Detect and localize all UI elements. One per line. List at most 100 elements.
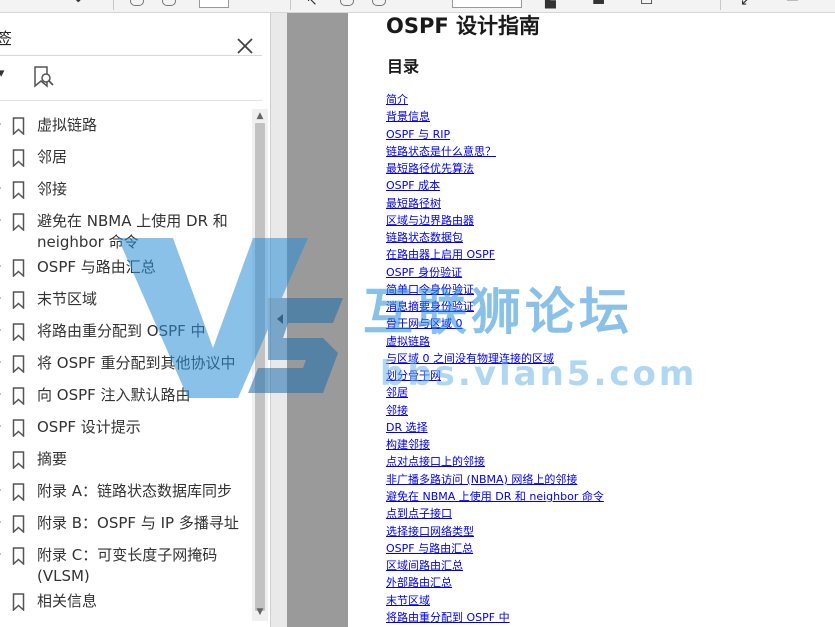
toolbar-divider	[290, 0, 291, 10]
bookmark-label: OSPF 与路由汇总	[37, 258, 156, 276]
bookmark-icon	[12, 213, 25, 231]
prev-page-icon[interactable]	[130, 0, 144, 6]
toc-link[interactable]: 背景信息	[386, 110, 430, 124]
close-icon[interactable]	[234, 35, 256, 57]
toc-link[interactable]: 选择接口网络类型	[386, 525, 474, 539]
toc-link[interactable]: 末节区域	[386, 594, 430, 608]
bookmark-icon	[12, 451, 25, 469]
sign-icon[interactable]: ↙	[740, 0, 752, 9]
panel-divider	[0, 55, 262, 56]
expand-arrow-icon[interactable]	[0, 422, 1, 430]
toc-link[interactable]: OSPF 与 RIP	[386, 128, 450, 142]
next-page-icon[interactable]	[162, 0, 176, 6]
toc-link[interactable]: 点对点接口上的邻接	[386, 455, 485, 469]
bookmark-label: 将 OSPF 重分配到其他协议中	[37, 354, 236, 372]
collapse-arrow-icon[interactable]	[277, 314, 283, 324]
expand-arrow-icon[interactable]	[0, 216, 1, 224]
toc-link[interactable]: 邻居	[386, 386, 408, 400]
toc-link[interactable]: 简单口令身份验证	[386, 283, 474, 297]
toc-link[interactable]: 构建邻接	[386, 438, 430, 452]
toc-link[interactable]: 最短路径树	[386, 197, 441, 211]
toc-link[interactable]: 虚拟链路	[386, 335, 430, 349]
expand-arrow-icon[interactable]	[0, 294, 1, 302]
bookmark-label: 末节区域	[37, 290, 98, 308]
page-number-input[interactable]	[199, 0, 229, 8]
toc-link[interactable]: OSPF 与路由汇总	[386, 542, 473, 556]
toc-link[interactable]: 区域与边界路由器	[386, 214, 474, 228]
comment-icon[interactable]: ▀	[787, 0, 798, 9]
fit-page-icon[interactable]: ▬	[592, 0, 605, 9]
toc-heading: 目录	[387, 57, 420, 76]
pointer-icon[interactable]: ↖	[306, 0, 318, 9]
expand-arrow-icon[interactable]	[0, 486, 1, 494]
toc-link[interactable]: 最短路径优先算法	[386, 162, 474, 176]
toolbar-divider	[113, 0, 114, 10]
toc-link[interactable]: 点到点子接口	[386, 507, 452, 521]
scroll-up-icon[interactable]: ▲	[255, 111, 265, 121]
expand-arrow-icon[interactable]	[0, 550, 1, 558]
toc-link[interactable]: 将路由重分配到 OSPF 中	[386, 611, 510, 625]
find-bookmark-icon[interactable]	[32, 66, 56, 88]
toc-link[interactable]: 骨干网与区域 0	[386, 317, 463, 331]
bookmark-icon	[12, 181, 25, 199]
bookmark-label: 邻接	[37, 180, 68, 198]
toolbar: ↶ ↖ ▙ ▬ ▭ ↙ ▀	[0, 0, 835, 13]
bookmark-icon	[12, 593, 25, 611]
bookmark-icon	[12, 149, 25, 167]
expand-arrow-icon[interactable]	[0, 120, 1, 128]
toc-link[interactable]: 划分骨干网	[386, 369, 441, 383]
bookmark-label: 附录 C：可变长度子网掩码 (VLSM)	[37, 546, 218, 585]
expand-arrow-icon[interactable]	[0, 358, 1, 366]
toc-link[interactable]: 非广播多路访问 (NBMA) 网络上的邻接	[386, 473, 577, 487]
bookmark-icon	[12, 117, 25, 135]
fit-width-icon[interactable]: ▙	[545, 0, 556, 9]
options-button[interactable]: I▾	[0, 66, 4, 81]
expand-arrow-icon[interactable]	[0, 518, 1, 526]
expand-arrow-icon[interactable]	[0, 184, 1, 192]
panel-title: 签	[0, 29, 13, 48]
zoom-out-icon[interactable]	[340, 0, 354, 6]
toc-link[interactable]: 避免在 NBMA 上使用 DR 和 neighbor 命令	[386, 490, 604, 504]
document-title: OSPF 设计指南	[386, 14, 541, 38]
bookmark-icon	[12, 419, 25, 437]
scroll-thumb[interactable]	[255, 123, 265, 611]
toc-link[interactable]: OSPF 成本	[386, 179, 440, 193]
bookmark-label: 将路由重分配到 OSPF 中	[37, 322, 206, 340]
bookmarks-panel: 签 I▾ 虚拟链路邻居邻接避免在 NBMA 上使用 DR 和 neighbor …	[0, 13, 271, 627]
bookmark-icon	[12, 387, 25, 405]
toolbar-divider	[720, 0, 721, 10]
bookmark-list: 虚拟链路邻居邻接避免在 NBMA 上使用 DR 和 neighbor 命令 OSP…	[0, 111, 250, 621]
bookmark-icon	[12, 259, 25, 277]
toc-link[interactable]: 外部路由汇总	[386, 576, 452, 590]
scroll-down-icon[interactable]: ▼	[255, 607, 265, 617]
bookmark-label: 邻居	[37, 148, 68, 166]
toc-link[interactable]: 消息摘要身份验证	[386, 300, 474, 314]
bookmark-label: 避免在 NBMA 上使用 DR 和 neighbor 命令	[37, 212, 228, 251]
toc-link[interactable]: 与区域 0 之间没有物理连接的区域	[386, 352, 554, 366]
zoom-in-icon[interactable]	[372, 0, 386, 6]
toc-link[interactable]: DR 选择	[386, 421, 428, 435]
rotate-icon[interactable]: ▭	[640, 0, 653, 9]
bookmark-label: 附录 A：链路状态数据库同步	[37, 482, 233, 500]
expand-arrow-icon[interactable]	[0, 262, 1, 270]
expand-arrow-icon[interactable]	[0, 326, 1, 334]
toc-link[interactable]: 链路状态是什么意思？	[386, 145, 496, 159]
bookmark-label: 摘要	[37, 450, 68, 468]
expand-arrow-icon[interactable]	[0, 390, 1, 398]
toc-link[interactable]: 在路由器上启用 OSPF	[386, 248, 495, 262]
toc-link[interactable]: 区域间路由汇总	[386, 559, 463, 573]
toc-link[interactable]: 简介	[386, 93, 408, 107]
panel-divider	[0, 100, 262, 101]
bookmark-label: 附录 B：OSPF 与 IP 多播寻址	[37, 514, 239, 532]
document-gutter	[287, 13, 348, 627]
bookmark-icon	[12, 515, 25, 533]
bookmark-label: 相关信息	[37, 592, 98, 610]
bookmark-scrollbar[interactable]: ▲ ▼	[252, 109, 268, 621]
undo-icon[interactable]: ↶	[75, 0, 87, 9]
panel-splitter[interactable]	[271, 13, 287, 627]
toc-link[interactable]: 邻接	[386, 404, 408, 418]
bookmark-label: 虚拟链路	[37, 116, 98, 134]
toc-link[interactable]: 链路状态数据包	[386, 231, 463, 245]
zoom-level-input[interactable]	[452, 0, 522, 8]
toc-link[interactable]: OSPF 身份验证	[386, 266, 462, 280]
